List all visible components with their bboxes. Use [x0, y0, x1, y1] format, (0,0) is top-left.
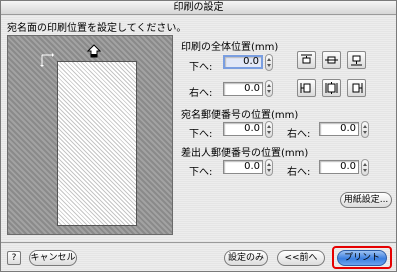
sender-postal-title: 差出人郵便番号の位置(mm) [181, 148, 309, 159]
print-button[interactable]: プリント [337, 250, 387, 266]
overall-right-stepper[interactable] [265, 80, 273, 97]
sender-right-field[interactable]: 0.0 [319, 160, 359, 174]
align-bottom-icon [351, 55, 362, 66]
overall-down-label: 下へ: [189, 62, 213, 73]
back-button[interactable]: <<前へ [277, 250, 325, 266]
sender-right-stepper[interactable] [361, 159, 369, 176]
align-top-button[interactable] [297, 51, 316, 69]
recipient-down-field[interactable]: 0.0 [223, 122, 263, 136]
recipient-down-stepper[interactable] [265, 121, 273, 138]
sender-down-label: 下へ: [189, 167, 213, 178]
recipient-right-field[interactable]: 0.0 [319, 122, 359, 136]
align-right-button[interactable] [347, 79, 366, 97]
align-vcenter-button[interactable] [322, 51, 341, 69]
corner-arrows-icon [40, 53, 54, 70]
overall-right-label: 右へ: [189, 88, 213, 99]
overall-down-field[interactable]: 0.0 [223, 55, 263, 69]
instruction-text: 宛名面の印刷位置を設定してください。 [7, 23, 187, 34]
sender-right-label: 右へ: [287, 167, 311, 178]
top-arrow-icon [86, 44, 102, 61]
paper-preview [57, 61, 137, 226]
align-left-icon [300, 83, 311, 93]
print-settings-window: 印刷の設定 宛名面の印刷位置を設定してください。 印刷の全体位置(mm) 下へ:… [0, 0, 397, 272]
sender-down-field[interactable]: 0.0 [223, 160, 263, 174]
align-hcenter-icon [325, 82, 338, 94]
window-title: 印刷の設定 [1, 1, 396, 15]
recipient-postal-title: 宛名郵便番号の位置(mm) [181, 110, 299, 121]
recipient-right-stepper[interactable] [361, 121, 369, 138]
align-right-icon [352, 83, 363, 93]
help-button[interactable]: ? [7, 251, 21, 265]
overall-right-field[interactable]: 0.0 [223, 82, 263, 96]
layout-preview [7, 35, 173, 235]
align-left-button[interactable] [297, 79, 316, 97]
align-top-icon [301, 54, 312, 64]
recipient-right-label: 右へ: [287, 129, 311, 140]
cancel-button[interactable]: キャンセル [29, 250, 77, 266]
sender-down-stepper[interactable] [265, 159, 273, 176]
overall-position-title: 印刷の全体位置(mm) [181, 42, 279, 53]
paper-settings-button[interactable]: 用紙設定... [340, 192, 392, 208]
align-hcenter-button[interactable] [322, 79, 341, 97]
align-vcenter-icon [325, 56, 338, 64]
recipient-down-label: 下へ: [189, 129, 213, 140]
settings-only-button[interactable]: 設定のみ [224, 250, 268, 266]
align-bottom-button[interactable] [347, 51, 366, 69]
overall-down-stepper[interactable] [265, 54, 273, 71]
